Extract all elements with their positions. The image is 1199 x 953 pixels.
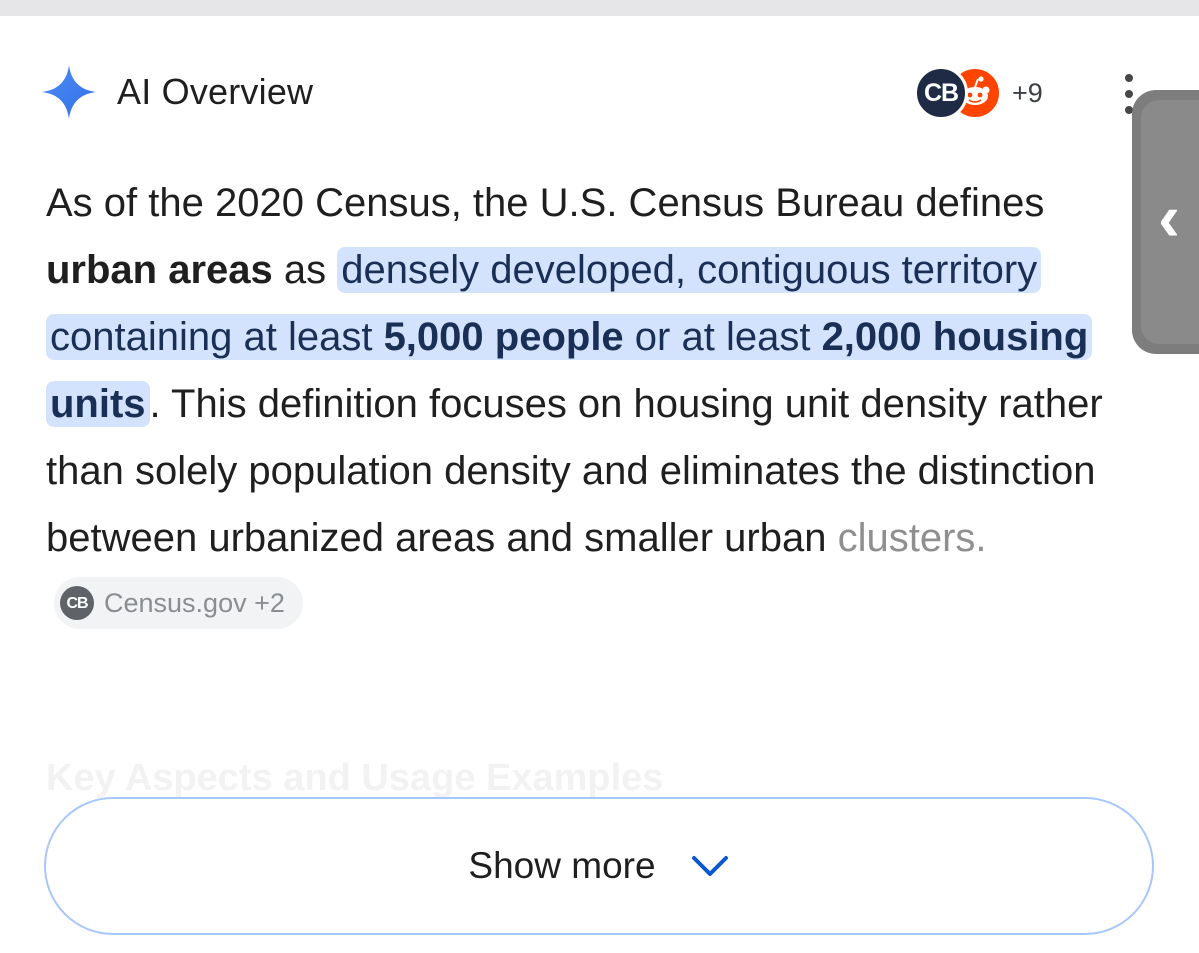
ai-overview-header: AI Overview	[42, 65, 314, 119]
source-chip[interactable]: CB Census.gov +2	[54, 577, 303, 630]
highlight-bold: 5,000 people	[383, 315, 624, 359]
top-band	[0, 0, 1199, 16]
more-sources-count[interactable]: +9	[1012, 78, 1043, 109]
overview-faded-text: clusters.	[837, 516, 987, 560]
chevron-down-icon	[690, 854, 730, 878]
ai-overview-title: AI Overview	[117, 71, 314, 112]
sparkle-icon	[40, 63, 98, 121]
overview-text-part: As of the 2020 Census, the U.S. Census B…	[46, 181, 1045, 225]
source-chip-label: Census.gov +2	[104, 587, 285, 618]
show-more-label: Show more	[468, 845, 656, 886]
census-bureau-logo: CB	[60, 586, 94, 621]
census-bureau-avatar[interactable]: CB	[914, 66, 968, 120]
source-avatars[interactable]: CB +9	[914, 66, 1043, 120]
overview-text-part: as	[272, 248, 338, 292]
census-bureau-logo: CB	[923, 78, 959, 107]
overview-bold-term: urban areas	[46, 248, 273, 292]
overview-text: As of the 2020 Census, the U.S. Census B…	[46, 170, 1166, 639]
show-more-button[interactable]: Show more	[44, 797, 1154, 935]
faded-section-heading: Key Aspects and Usage Examples	[46, 757, 664, 799]
highlight-text: or at least	[623, 315, 822, 359]
